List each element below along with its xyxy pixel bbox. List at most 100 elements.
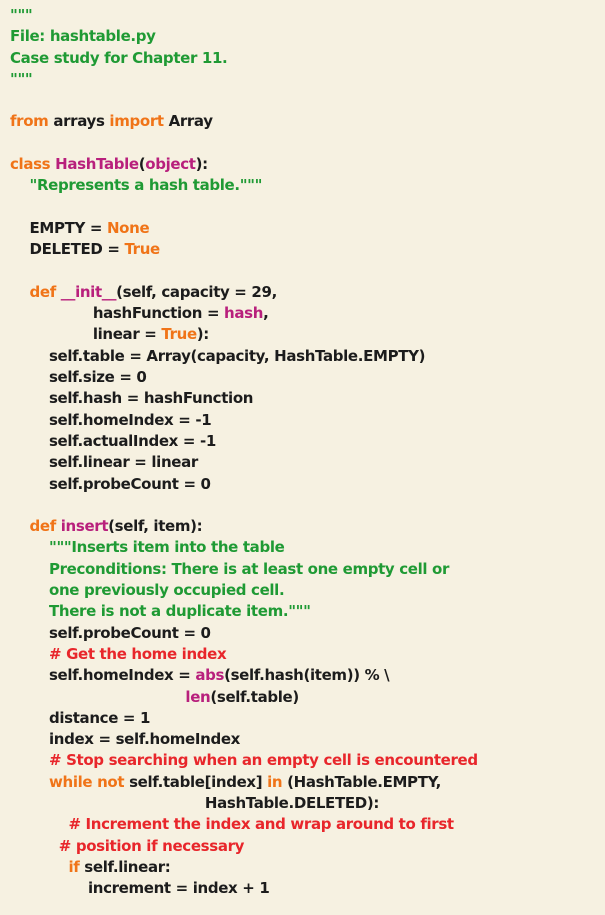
code-line: self.homeIndex = -1: [10, 410, 605, 431]
code-line: There is not a duplicate item.""": [10, 601, 605, 622]
code-token: None: [106, 218, 150, 237]
code-token: self.actualIndex = -1: [10, 431, 216, 450]
code-token: def: [29, 282, 57, 301]
code-token: """: [10, 69, 33, 88]
code-token: # Increment the index and wrap around to…: [68, 815, 454, 834]
code-token: HashTable.DELETED):: [10, 793, 379, 812]
code-token: class: [10, 155, 51, 174]
code-token: (self.hash(item)) % \: [224, 666, 390, 685]
code-token: ,: [263, 304, 269, 323]
code-token: # position if necessary: [58, 836, 245, 855]
code-token: "Represents a hash table.""": [29, 176, 263, 195]
code-token: There is not a duplicate item.""": [48, 602, 311, 621]
code-token: object: [145, 155, 196, 174]
code-line: self.homeIndex = abs(self.hash(item)) % …: [10, 665, 605, 686]
code-token: distance = 1: [10, 708, 151, 727]
code-line: distance = 1: [10, 708, 605, 729]
code-line: def insert(self, item):: [10, 516, 605, 537]
code-line: while not self.table[index] in (HashTabl…: [10, 772, 605, 793]
code-token: hash: [224, 304, 264, 323]
code-line: self.size = 0: [10, 367, 605, 388]
code-line: "Represents a hash table.""": [10, 175, 605, 196]
code-line: HashTable.DELETED):: [10, 793, 605, 814]
code-token: arrays: [48, 112, 110, 131]
code-line: self.actualIndex = -1: [10, 431, 605, 452]
code-token: """: [10, 6, 33, 24]
code-token: self.linear:: [79, 857, 171, 876]
code-token: in: [267, 772, 283, 791]
code-line: self.probeCount = 0: [10, 623, 605, 644]
code-token: while not: [48, 772, 125, 791]
code-line: """: [10, 69, 605, 90]
code-token: self.size = 0: [10, 368, 147, 387]
code-token: from: [10, 112, 49, 131]
code-line: DELETED = True: [10, 239, 605, 260]
code-token: self.homeIndex = -1: [10, 410, 212, 429]
code-token: # Get the home index: [48, 644, 227, 663]
code-line: self.linear = linear: [10, 452, 605, 473]
code-token: Array: [163, 112, 213, 131]
code-line: index = self.homeIndex: [10, 729, 605, 750]
code-token: (HashTable.EMPTY,: [282, 772, 441, 791]
code-line: # Increment the index and wrap around to…: [10, 814, 605, 835]
code-line: class HashTable(object):: [10, 154, 605, 175]
code-token: Preconditions: There is at least one emp…: [48, 559, 450, 578]
code-line: Case study for Chapter 11.: [10, 48, 605, 69]
code-token: increment = index + 1: [10, 879, 270, 898]
code-line: self.table = Array(capacity, HashTable.E…: [10, 346, 605, 367]
code-token: if: [68, 857, 80, 876]
code-line: Preconditions: There is at least one emp…: [10, 559, 605, 580]
code-token: abs: [195, 666, 225, 685]
code-token: index = self.homeIndex: [10, 730, 240, 749]
code-line: # Stop searching when an empty cell is e…: [10, 750, 605, 771]
code-listing: """ File: hashtable.py Case study for Chap…: [0, 0, 605, 915]
code-token: self.table = Array(capacity, HashTable.E…: [10, 346, 426, 365]
code-token: ):: [196, 325, 210, 344]
code-token: import: [109, 112, 164, 131]
code-token: (self.table): [210, 687, 299, 706]
code-line: """Inserts item into the table: [10, 537, 605, 558]
code-token: insert: [60, 517, 109, 536]
code-token: True: [161, 325, 197, 344]
code-token: self.probeCount = 0: [10, 623, 211, 642]
code-line: one previously occupied cell.: [10, 580, 605, 601]
code-line: self.probeCount = 0: [10, 474, 605, 495]
code-line: linear = True):: [10, 324, 605, 345]
code-token: self.linear = linear: [10, 453, 198, 472]
code-line: def __init__(self, capacity = 29,: [10, 282, 605, 303]
code-line: self.hash = hashFunction: [10, 388, 605, 409]
code-line: """: [10, 5, 605, 26]
code-token: HashTable: [55, 155, 139, 174]
code-token: self.homeIndex =: [10, 666, 196, 685]
code-line: EMPTY = None: [10, 218, 605, 239]
code-token: # Stop searching when an empty cell is e…: [48, 751, 478, 770]
code-token: linear =: [10, 325, 162, 344]
code-token: File: hashtable.py: [10, 27, 156, 46]
code-token: DELETED =: [10, 240, 125, 259]
code-token: Case study for Chapter 11.: [10, 48, 228, 67]
code-token: ):: [195, 155, 209, 174]
code-token: hashFunction =: [10, 304, 225, 323]
code-token: one previously occupied cell.: [48, 581, 285, 600]
code-token: def: [29, 517, 57, 536]
code-token: True: [124, 240, 160, 259]
code-token: EMPTY =: [10, 218, 107, 237]
